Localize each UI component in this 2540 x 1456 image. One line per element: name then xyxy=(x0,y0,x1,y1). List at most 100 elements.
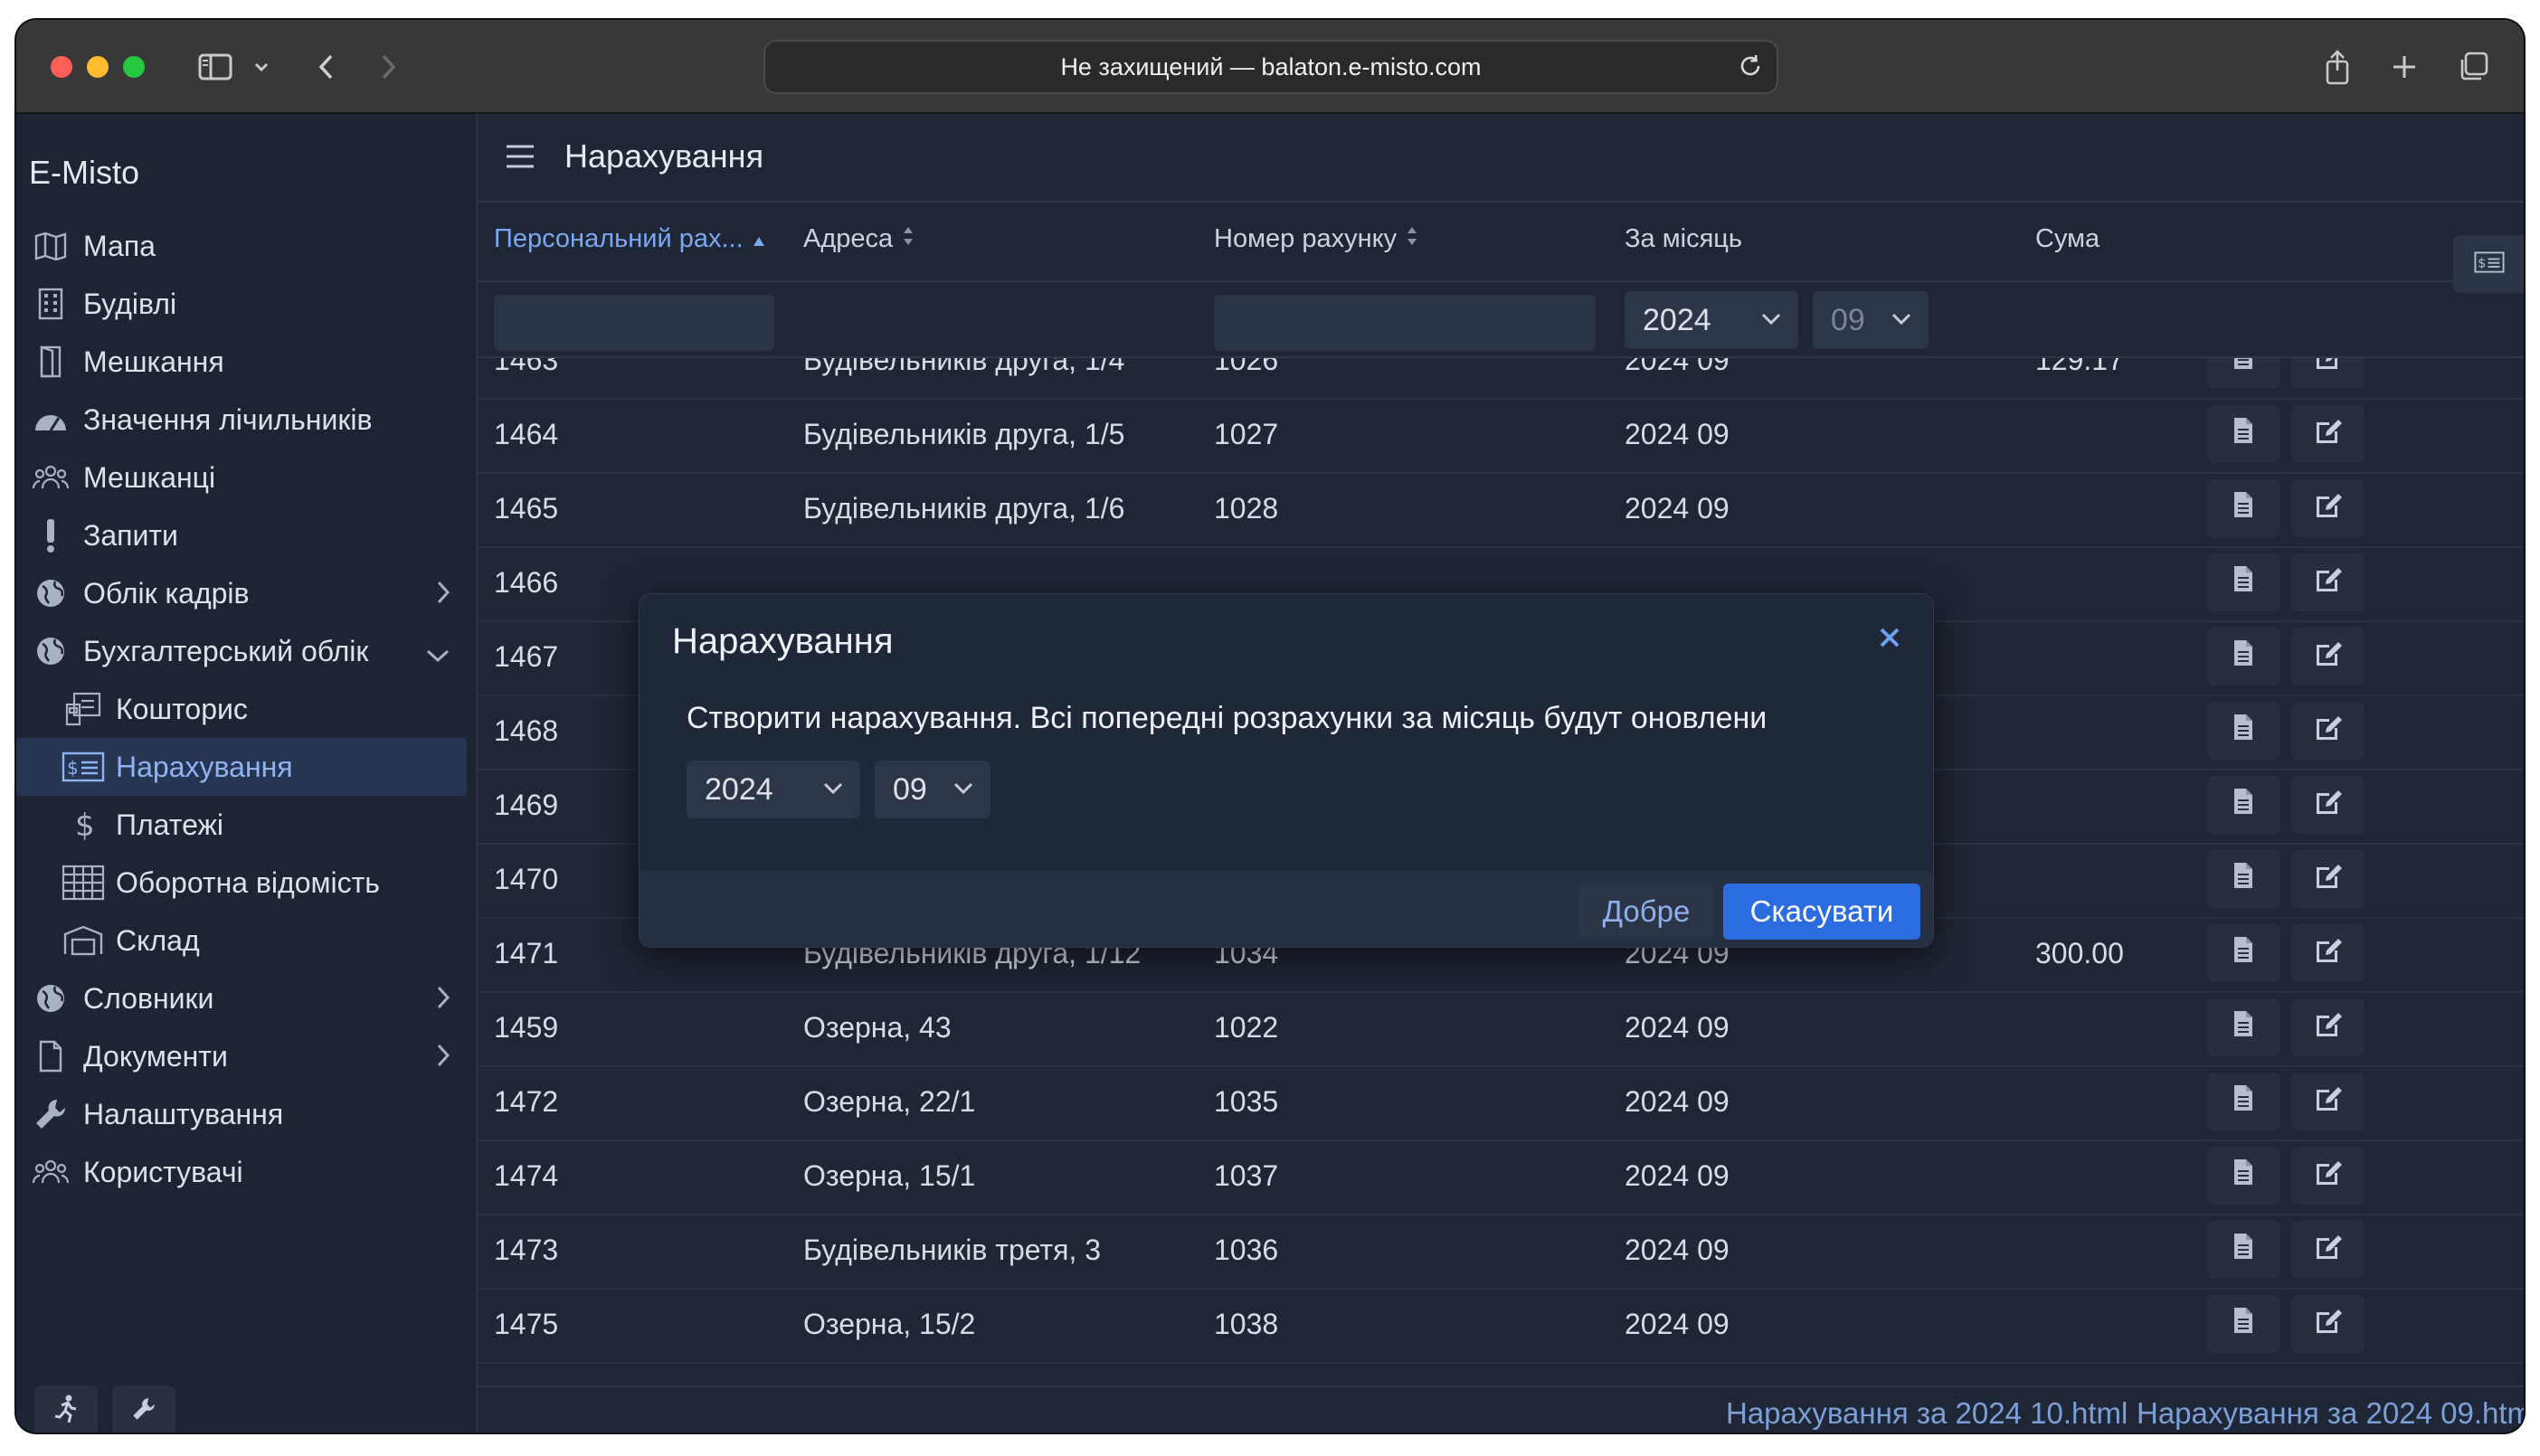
edit-button[interactable] xyxy=(2292,1073,2365,1130)
edit-button[interactable] xyxy=(2292,998,2365,1056)
edit-button[interactable] xyxy=(2292,628,2365,685)
sidebar-toggle-icon[interactable] xyxy=(188,43,242,90)
view-document-button[interactable] xyxy=(2207,628,2279,685)
table-row[interactable]: 1472 Озерна, 22/1 1035 2024 09 xyxy=(478,1065,2524,1141)
sidebar-item-charges[interactable]: $ Нарахування xyxy=(16,738,467,796)
year-filter-select[interactable]: 2024 xyxy=(1625,291,1798,349)
cell-address: Будівельників друга, 1/5 xyxy=(803,418,1125,450)
invoice-icon: $ xyxy=(2474,251,2505,279)
column-header-month[interactable]: За місяць xyxy=(1625,224,1742,254)
dialog-year-select[interactable]: 2024 xyxy=(687,761,860,818)
document-icon xyxy=(2232,862,2254,896)
share-icon[interactable] xyxy=(2319,43,2355,90)
edit-button[interactable] xyxy=(2292,358,2365,389)
edit-button[interactable] xyxy=(2292,924,2365,982)
view-document-button[interactable] xyxy=(2207,358,2279,389)
edit-button[interactable] xyxy=(2292,1295,2365,1353)
sidebar-item-dictionaries[interactable]: Словники xyxy=(16,969,476,1027)
sidebar-item-requests[interactable]: Запити xyxy=(16,506,476,564)
table-row[interactable]: 1459 Озерна, 43 1022 2024 09 xyxy=(478,991,2524,1067)
charges-dialog: Нарахування Створити нарахування. Всі по… xyxy=(639,593,1934,948)
edit-icon xyxy=(2314,1084,2343,1119)
edit-button[interactable] xyxy=(2292,850,2365,908)
column-header-sum[interactable]: Сума xyxy=(2035,224,2099,254)
chevron-right-icon[interactable] xyxy=(436,579,450,612)
view-document-button[interactable] xyxy=(2207,1147,2279,1205)
table-row[interactable]: 1474 Озерна, 15/1 1037 2024 09 xyxy=(478,1139,2524,1215)
view-document-button[interactable] xyxy=(2207,479,2279,537)
status-link[interactable]: Нарахування за 2024 10.html xyxy=(1726,1396,2128,1431)
run-button[interactable] xyxy=(34,1385,98,1432)
edit-button[interactable] xyxy=(2292,702,2365,760)
status-link[interactable]: Нарахування за 2024 09.html xyxy=(2137,1396,2524,1431)
sidebar-item-accounting[interactable]: Бухгалтерський облік xyxy=(16,622,476,680)
cell-account: 1463 xyxy=(494,358,559,376)
sidebar-item-buildings[interactable]: Будівлі xyxy=(16,275,476,333)
minimize-window-button[interactable] xyxy=(87,56,109,78)
zoom-window-button[interactable] xyxy=(123,56,145,78)
tools-button[interactable] xyxy=(112,1385,175,1432)
edit-button[interactable] xyxy=(2292,553,2365,611)
estimate-icon xyxy=(62,692,105,726)
sidebar-item-map[interactable]: Мапа xyxy=(16,217,476,275)
chevron-down-icon[interactable] xyxy=(248,43,275,90)
view-document-button[interactable] xyxy=(2207,1221,2279,1279)
sidebar-item-estimate[interactable]: Кошторис xyxy=(16,680,476,738)
sidebar-item-residents[interactable]: Мешканці xyxy=(16,449,476,506)
sidebar-item-turnover[interactable]: Оборотна відомість xyxy=(16,854,476,912)
cancel-button[interactable]: Скасувати xyxy=(1723,884,1920,940)
table-row[interactable]: 1463 Будівельників друга, 1/4 1026 2024 09 1… xyxy=(478,358,2524,400)
table-row[interactable]: 1465 Будівельників друга, 1/6 1028 2024 09 xyxy=(478,472,2524,548)
chevron-right-icon[interactable] xyxy=(436,1042,450,1075)
view-document-button[interactable] xyxy=(2207,776,2279,834)
new-tab-icon[interactable] xyxy=(2386,43,2422,90)
view-document-button[interactable] xyxy=(2207,1295,2279,1353)
sidebar-item-hr[interactable]: Облік кадрів xyxy=(16,564,476,622)
cell-number: 1026 xyxy=(1214,358,1279,376)
table-row[interactable]: 1475 Озерна, 15/2 1038 2024 09 xyxy=(478,1288,2524,1364)
back-icon[interactable] xyxy=(308,43,344,90)
sidebar-item-warehouse[interactable]: Склад xyxy=(16,912,476,969)
forward-icon[interactable] xyxy=(371,43,407,90)
view-document-button[interactable] xyxy=(2207,405,2279,463)
dialog-month-select[interactable]: 09 xyxy=(875,761,990,818)
sidebar-item-meter-readings[interactable]: Значення лічильників xyxy=(16,391,476,449)
hamburger-menu-icon[interactable] xyxy=(505,143,535,175)
address-bar[interactable]: Не захищений — balaton.e-misto.com xyxy=(763,40,1778,94)
sidebar-item-documents[interactable]: Документи xyxy=(16,1027,476,1085)
close-window-button[interactable] xyxy=(51,56,72,78)
edit-button[interactable] xyxy=(2292,1221,2365,1279)
month-filter-select[interactable]: 09 xyxy=(1813,291,1929,349)
view-document-button[interactable] xyxy=(2207,924,2279,982)
tab-overview-icon[interactable] xyxy=(2453,43,2493,90)
table-row[interactable]: 1473 Будівельників третя, 3 1036 2024 09 xyxy=(478,1214,2524,1290)
document-icon xyxy=(2232,936,2254,970)
sidebar-item-apartments[interactable]: Мешкання xyxy=(16,333,476,391)
view-document-button[interactable] xyxy=(2207,1073,2279,1130)
edit-icon xyxy=(2314,417,2343,451)
column-header-number[interactable]: Номер рахунку xyxy=(1214,224,1418,254)
view-document-button[interactable] xyxy=(2207,702,2279,760)
sidebar-item-payments[interactable]: $ Платежі xyxy=(16,796,476,854)
sidebar-item-users[interactable]: Користувачі xyxy=(16,1143,476,1201)
edit-button[interactable] xyxy=(2292,1147,2365,1205)
close-icon[interactable] xyxy=(1879,627,1900,653)
view-document-button[interactable] xyxy=(2207,553,2279,611)
number-filter-input[interactable] xyxy=(1214,295,1596,351)
chevron-down-icon[interactable] xyxy=(425,637,450,670)
reload-icon[interactable] xyxy=(1737,52,1764,86)
sidebar-item-settings[interactable]: Налаштування xyxy=(16,1085,476,1143)
view-document-button[interactable] xyxy=(2207,998,2279,1056)
edit-button[interactable] xyxy=(2292,479,2365,537)
ok-button[interactable]: Добре xyxy=(1578,884,1714,940)
account-filter-input[interactable] xyxy=(494,295,774,351)
column-header-account[interactable]: Персональний рах... xyxy=(494,224,765,254)
edit-icon xyxy=(2314,491,2343,525)
table-row[interactable]: 1464 Будівельників друга, 1/5 1027 2024 09 xyxy=(478,398,2524,474)
edit-button[interactable] xyxy=(2292,405,2365,463)
column-header-address[interactable]: Адреса xyxy=(803,224,915,254)
view-document-button[interactable] xyxy=(2207,850,2279,908)
chevron-right-icon[interactable] xyxy=(436,984,450,1017)
edit-button[interactable] xyxy=(2292,776,2365,834)
document-icon xyxy=(2232,1158,2254,1193)
